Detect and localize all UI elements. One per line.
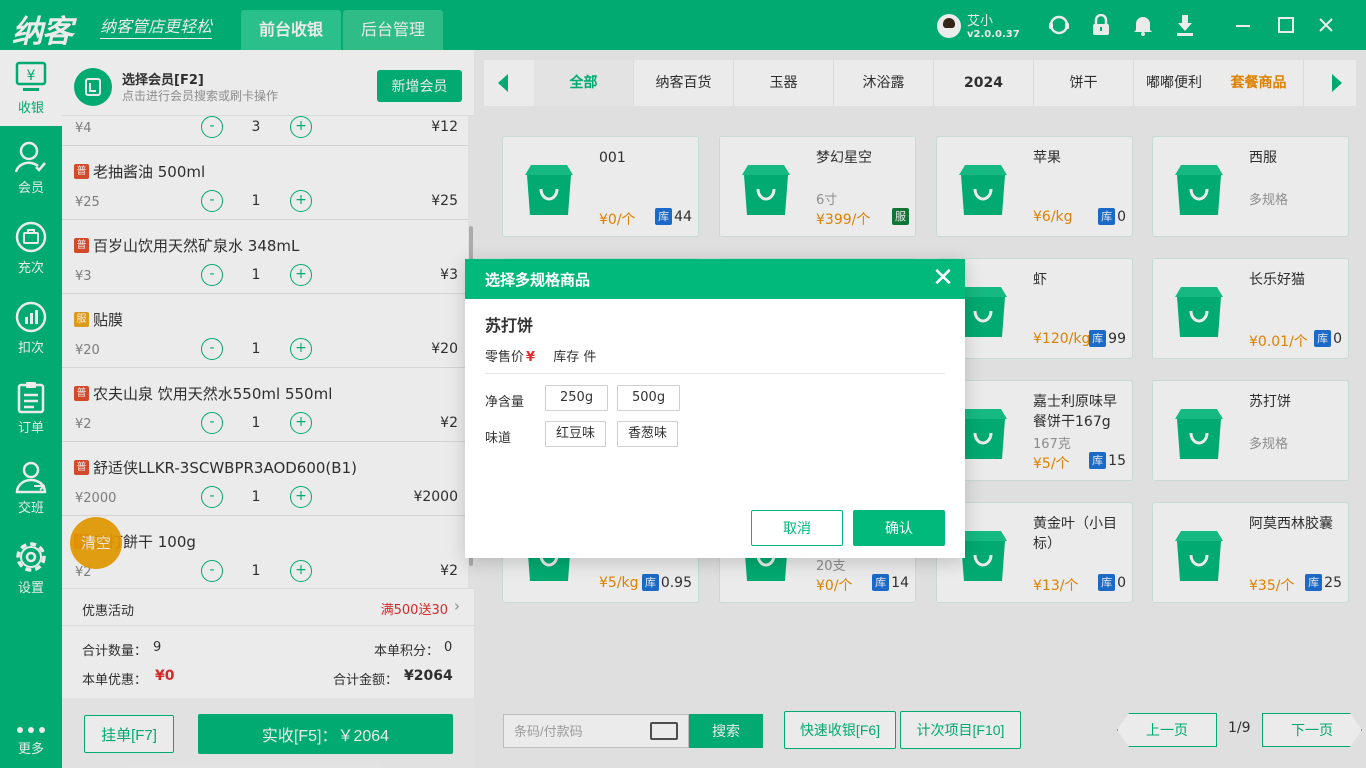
dialog-price-row: 零售价 ¥ 库存 件 <box>485 346 596 365</box>
dialog-header: 选择多规格商品 ✕ <box>465 259 965 299</box>
multi-spec-dialog: 选择多规格商品 ✕ 苏打饼 零售价 ¥ 库存 件 净含量 250g 500g 味道… <box>465 259 965 558</box>
stock-label: 库存 件 <box>553 350 597 365</box>
retail-price-symbol: ¥ <box>526 350 536 365</box>
spec-option-500g[interactable]: 500g <box>617 385 681 411</box>
dialog-product-name: 苏打饼 <box>485 316 534 335</box>
dialog-divider <box>485 373 945 374</box>
confirm-button[interactable]: 确认 <box>853 510 945 546</box>
spec-flavor-label: 味道 <box>485 431 512 446</box>
dialog-title: 选择多规格商品 <box>485 271 591 289</box>
spec-option-red-bean[interactable]: 红豆味 <box>545 421 607 447</box>
spec-net-weight-label: 净含量 <box>485 395 525 410</box>
close-icon[interactable]: ✕ <box>929 265 957 293</box>
cancel-button[interactable]: 取消 <box>751 510 843 546</box>
spec-option-scallion[interactable]: 香葱味 <box>617 421 679 447</box>
spec-option-250g[interactable]: 250g <box>545 385 609 411</box>
retail-price-label: 零售价 <box>485 350 525 365</box>
